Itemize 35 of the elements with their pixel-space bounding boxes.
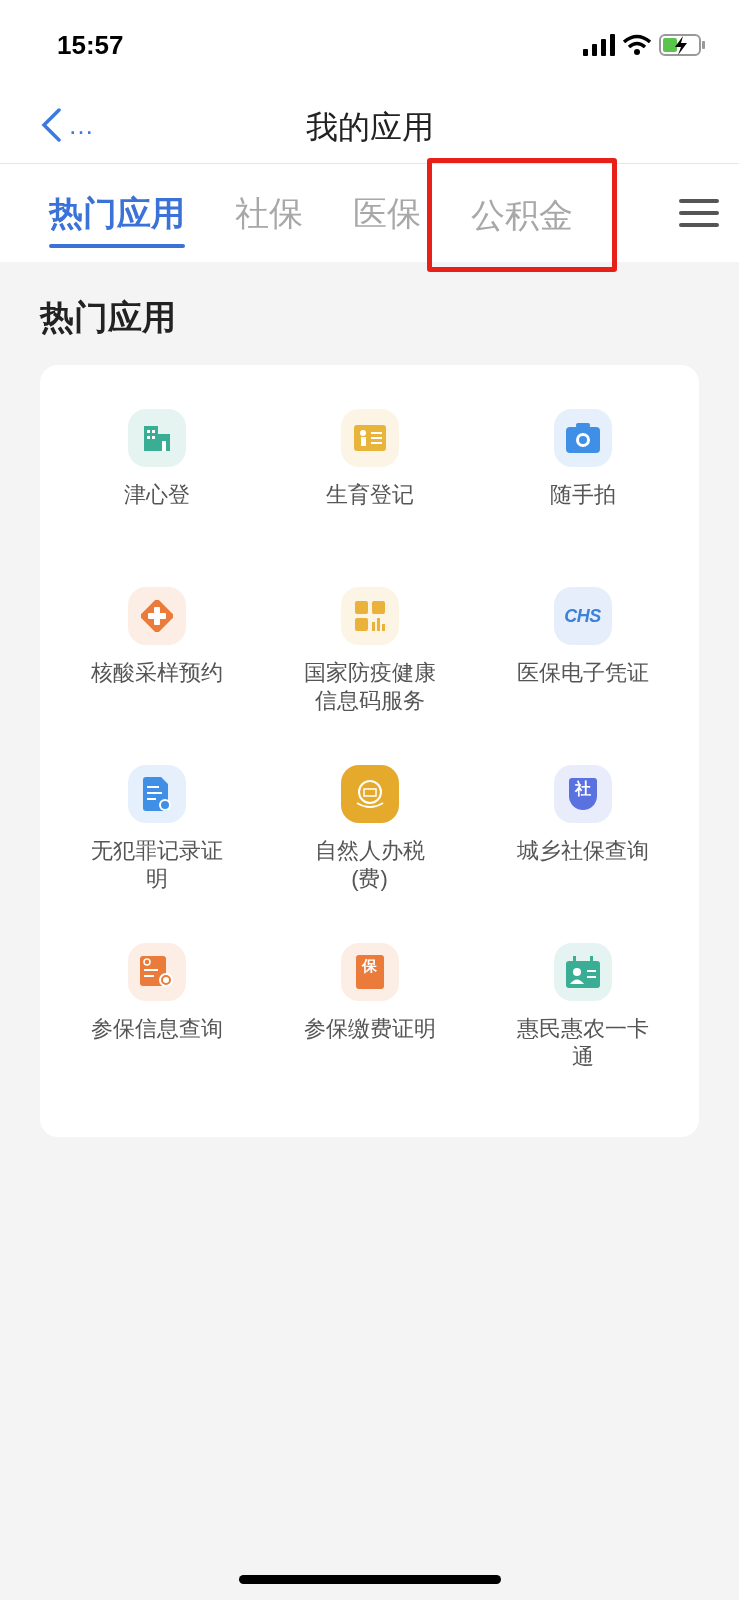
back-chevron-icon (40, 108, 62, 142)
app-label[interactable]: 惠民惠农一卡通 (512, 1015, 653, 1071)
signal-icon (583, 34, 615, 56)
app-label[interactable]: 参保缴费证明 (299, 1015, 440, 1043)
app-icon-tile[interactable] (340, 587, 399, 645)
app-label[interactable]: 津心登 (86, 481, 227, 509)
app-icon-tile[interactable] (553, 943, 612, 1001)
app-icon-tile[interactable] (340, 765, 399, 823)
battery-charging-icon (659, 34, 705, 56)
app-icon-tile[interactable] (127, 587, 186, 645)
category-tab[interactable]: 热门应用 (49, 164, 185, 262)
app-icon-tile[interactable] (127, 765, 186, 823)
app-icon-tile[interactable]: 社 (553, 765, 612, 823)
wifi-icon (623, 34, 651, 56)
status-time: 15:57 (57, 28, 124, 62)
app-label[interactable]: 参保信息查询 (86, 1015, 227, 1043)
app-icon-tile[interactable] (127, 943, 186, 1001)
app-icon-tile[interactable] (127, 409, 186, 467)
section-title: 热门应用 (40, 297, 177, 338)
app-icon-tile[interactable] (340, 409, 399, 467)
app-label[interactable]: 随手拍 (512, 481, 653, 509)
app-label[interactable]: 自然人办税(费) (299, 837, 440, 893)
page-title: 我的应用 (305, 107, 434, 147)
app-icon-tile[interactable] (553, 409, 612, 467)
back-button[interactable]: … (40, 108, 94, 142)
logo-icon: CHS (564, 607, 601, 625)
menu-icon[interactable] (679, 197, 719, 229)
shield-icon: 社 (568, 778, 597, 810)
app-label[interactable]: 国家防疫健康信息码服务 (299, 659, 440, 715)
insurance-doc-icon: 保 (355, 955, 384, 989)
app-label[interactable]: 医保电子凭证 (512, 659, 653, 687)
app-label[interactable]: 城乡社保查询 (512, 837, 653, 865)
app-label[interactable]: 生育登记 (299, 481, 440, 509)
app-label[interactable]: 核酸采样预约 (86, 659, 227, 687)
app-label[interactable]: 无犯罪记录证明 (86, 837, 227, 893)
